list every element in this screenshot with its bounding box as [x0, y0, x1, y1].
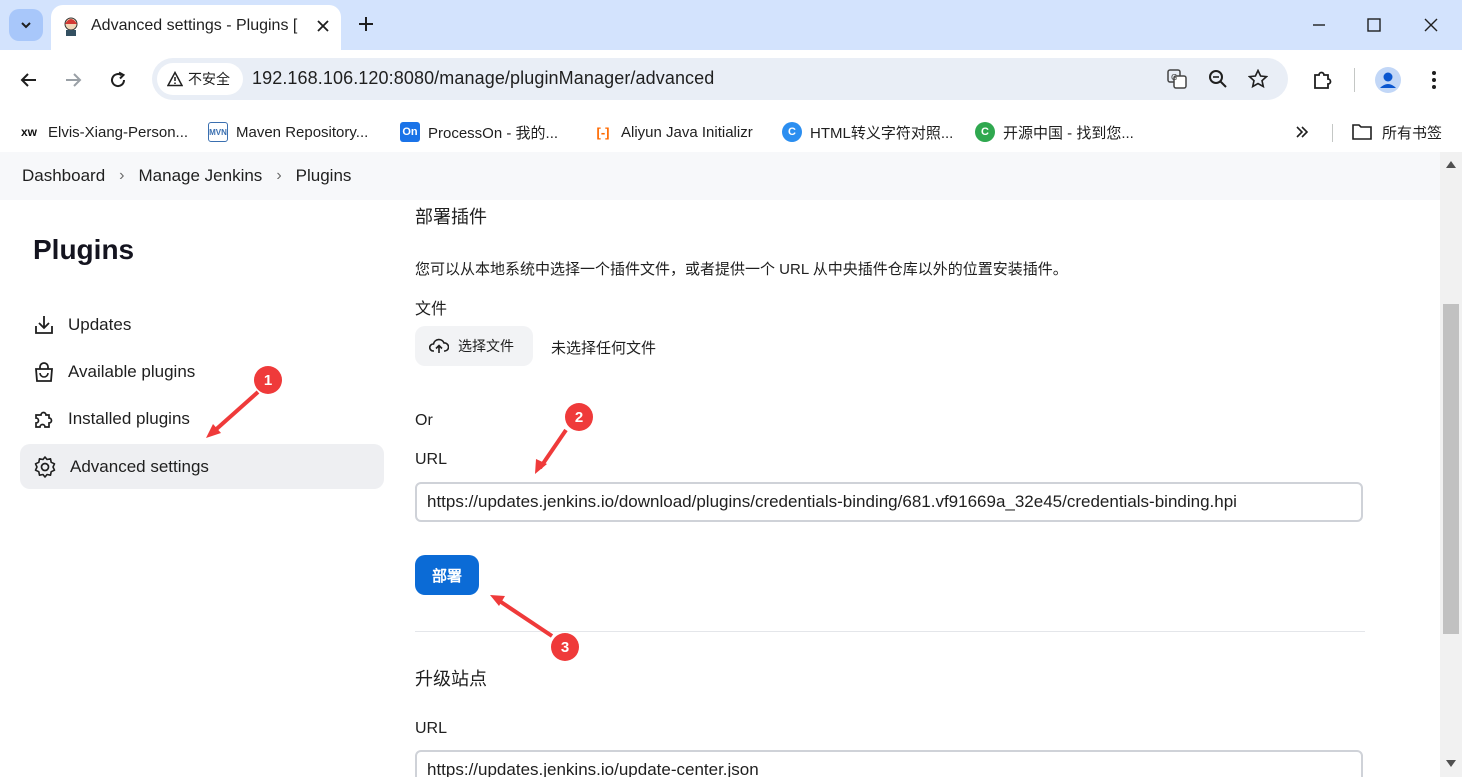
security-chip[interactable]: 不安全 — [157, 63, 243, 95]
update-site-heading: 升级站点 — [415, 669, 487, 689]
breadcrumb-plugins[interactable]: Plugins — [296, 166, 352, 186]
extensions-icon[interactable] — [1308, 66, 1336, 94]
chevron-down-icon — [21, 22, 31, 29]
breadcrumb: Dashboard › Manage Jenkins › Plugins — [0, 152, 1440, 200]
chevron-right-icon: › — [276, 167, 282, 184]
bookmark-item[interactable]: MVN Maven Repository... — [208, 118, 368, 146]
deploy-button[interactable]: 部署 — [415, 555, 479, 595]
mvn-icon: MVN — [208, 122, 228, 142]
svg-text:G: G — [1171, 73, 1177, 82]
choose-file-button[interactable]: 选择文件 — [415, 326, 533, 366]
all-bookmarks-label: 所有书签 — [1382, 124, 1443, 142]
bookmark-label: Elvis-Xiang-Person... — [48, 123, 189, 141]
bookmark-item[interactable]: [-] Aliyun Java Initializr — [593, 118, 753, 146]
tab-strip: Advanced settings - Plugins [ — [0, 0, 1462, 50]
all-bookmarks-button[interactable]: 所有书签 — [1352, 118, 1442, 146]
c-green-icon: C — [975, 122, 995, 142]
zoom-icon[interactable] — [1206, 67, 1230, 91]
annotation-badge-2: 2 — [565, 403, 593, 431]
bookmarks-bar: xw Elvis-Xiang-Person... MVN Maven Repos… — [0, 112, 1462, 152]
url-label: URL — [415, 451, 448, 468]
aliyun-icon: [-] — [593, 122, 613, 142]
browser-toolbar: 不安全 192.168.106.120:8080/manage/pluginMa… — [0, 50, 1462, 152]
more-bookmarks-icon[interactable] — [1294, 118, 1310, 146]
no-file-selected-text: 未选择任何文件 — [551, 340, 657, 357]
on-icon: On — [400, 122, 420, 142]
deploy-plugin-heading: 部署插件 — [415, 207, 487, 227]
bookmarks-divider — [1332, 124, 1333, 142]
jenkins-page: Dashboard › Manage Jenkins › Plugins Plu… — [0, 152, 1440, 777]
chevron-right-icon: › — [119, 167, 125, 184]
bookmark-item[interactable]: C HTML转义字符对照... — [782, 118, 953, 146]
sidebar-item-updates[interactable]: Updates — [20, 302, 384, 347]
or-label: Or — [415, 412, 433, 429]
c-blue-icon: C — [782, 122, 802, 142]
tab-search-button[interactable] — [9, 9, 43, 41]
scroll-thumb[interactable] — [1443, 304, 1459, 634]
download-icon — [35, 315, 53, 334]
bookmark-star-icon[interactable] — [1246, 67, 1270, 91]
page-scrollbar[interactable] — [1440, 152, 1462, 777]
deploy-description: 您可以从本地系统中选择一个插件文件，或者提供一个 URL 从中央插件仓库以外的位… — [415, 261, 1068, 278]
bookmark-label: Aliyun Java Initializr — [621, 123, 753, 141]
scroll-up-icon[interactable] — [1445, 158, 1457, 170]
choose-file-label: 选择文件 — [458, 338, 514, 354]
bookmark-item[interactable]: xw Elvis-Xiang-Person... — [18, 118, 188, 146]
browser-chrome: Advanced settings - Plugins [不安全 192.16… — [0, 0, 1462, 152]
file-label: 文件 — [415, 301, 448, 318]
scroll-down-icon[interactable] — [1445, 758, 1457, 770]
tab-title: Advanced settings - Plugins [ — [91, 17, 298, 34]
section-divider — [415, 631, 1365, 632]
sidebar-item-label: Updates — [68, 314, 132, 334]
xw-icon: xw — [20, 125, 37, 139]
close-window-icon[interactable] — [1418, 12, 1444, 38]
warning-icon — [167, 71, 183, 87]
active-tab[interactable]: Advanced settings - Plugins [ — [51, 5, 341, 50]
update-site-url-label: URL — [415, 720, 448, 737]
gear-icon — [34, 455, 56, 478]
translate-icon[interactable]: G — [1165, 67, 1189, 91]
breadcrumb-manage-jenkins[interactable]: Manage Jenkins — [139, 166, 263, 186]
sidebar-item-label: Available plugins — [68, 361, 196, 381]
back-icon[interactable] — [15, 66, 43, 94]
plugin-url-input[interactable] — [415, 482, 1363, 522]
toolbar-divider — [1354, 68, 1355, 92]
browser-menu-icon[interactable] — [1420, 66, 1448, 94]
close-tab-icon[interactable] — [313, 16, 333, 36]
bookmark-label: ProcessOn - 我的... — [428, 124, 559, 142]
sidebar-item-installed-plugins[interactable]: Installed plugins — [20, 396, 384, 441]
bookmark-label: 开源中国 - 找到您... — [1003, 124, 1134, 142]
sidebar-item-available-plugins[interactable]: Available plugins — [20, 349, 384, 394]
profile-avatar-icon[interactable] — [1374, 66, 1402, 94]
jenkins-icon — [64, 17, 78, 36]
update-site-url-input[interactable] — [415, 750, 1363, 777]
bookmark-item[interactable]: C 开源中国 - 找到您... — [975, 118, 1134, 146]
folder-icon — [1352, 124, 1372, 140]
sidebar-item-advanced-settings[interactable]: Advanced settings — [20, 444, 384, 489]
forward-icon[interactable] — [59, 66, 87, 94]
bookmark-label: Maven Repository... — [236, 123, 369, 141]
cloud-upload-icon — [429, 338, 449, 353]
annotation-badge-1: 1 — [254, 366, 282, 394]
sidebar-title: Plugins — [33, 234, 135, 265]
url-text[interactable]: 192.168.106.120:8080/manage/pluginManage… — [252, 68, 714, 89]
reload-icon[interactable] — [104, 66, 132, 94]
shopping-bag-icon — [35, 361, 53, 382]
breadcrumb-dashboard[interactable]: Dashboard — [22, 166, 105, 186]
bookmark-label: HTML转义字符对照... — [810, 124, 954, 142]
maximize-icon[interactable] — [1361, 12, 1387, 38]
address-bar[interactable]: 不安全 192.168.106.120:8080/manage/pluginMa… — [152, 58, 1288, 100]
bookmark-item[interactable]: On ProcessOn - 我的... — [400, 118, 558, 146]
security-label: 不安全 — [188, 71, 230, 87]
new-tab-icon[interactable] — [354, 12, 378, 36]
annotation-badge-3: 3 — [551, 633, 579, 661]
puzzle-icon — [35, 411, 53, 428]
minimize-icon[interactable] — [1306, 12, 1332, 38]
sidebar-item-label: Advanced settings — [70, 456, 209, 476]
sidebar-item-label: Installed plugins — [68, 408, 190, 428]
